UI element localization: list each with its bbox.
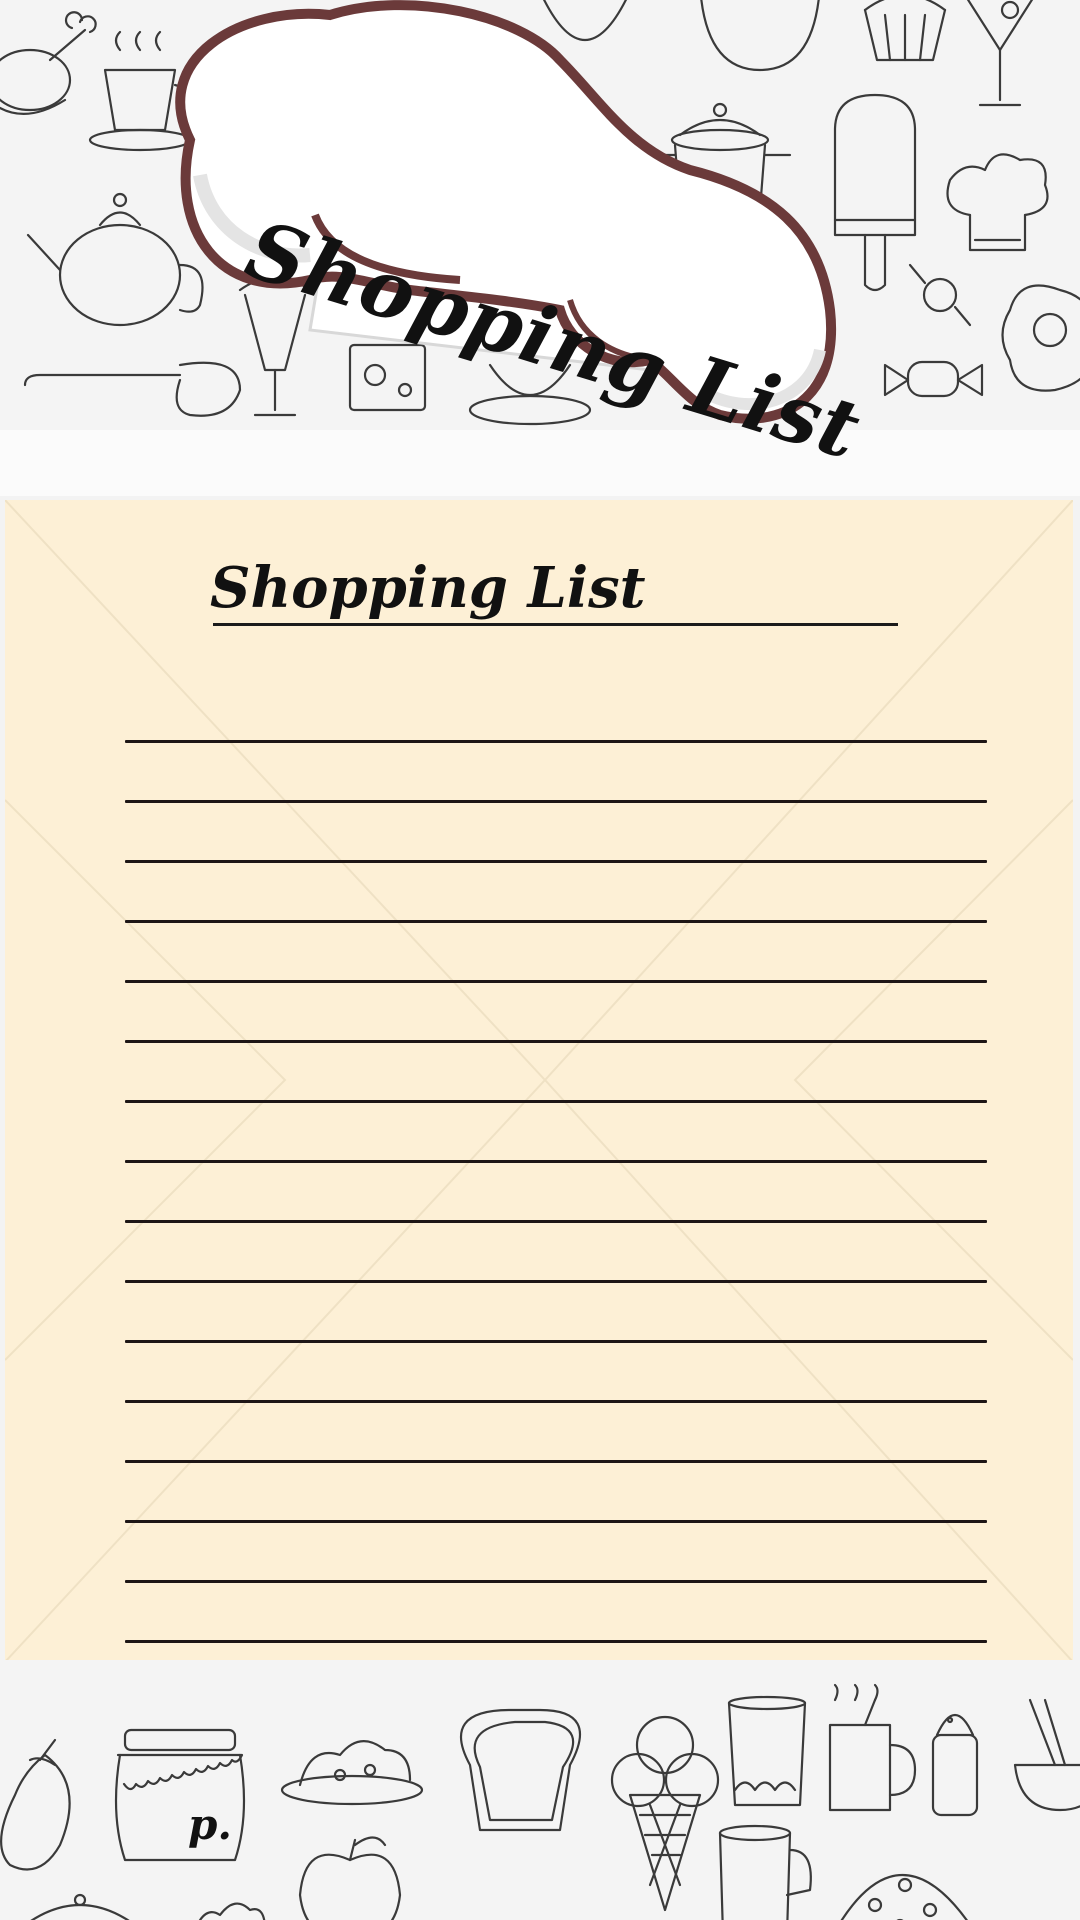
list-line (125, 1280, 987, 1283)
bottom-doodle-band (0, 1660, 1080, 1920)
candy-icon (905, 255, 975, 335)
salt-shaker-icon (925, 1705, 985, 1825)
list-line (125, 1040, 987, 1043)
list-line (125, 1160, 987, 1163)
candy-icon-2 (880, 350, 990, 410)
jar-label: p. (188, 1800, 232, 1849)
ice-cream-cone-icon (610, 1705, 720, 1920)
mug-icon (825, 1683, 920, 1820)
title-underline (213, 623, 898, 626)
chef-hat-icon (940, 145, 1050, 265)
apple-icon (290, 1830, 410, 1920)
list-line (125, 1100, 987, 1103)
shopping-list-paper (5, 500, 1073, 1662)
list-line (125, 1460, 987, 1463)
paper-watermark (5, 500, 1073, 1662)
muffin-icon (190, 1900, 270, 1920)
salad-plate-icon (280, 1730, 430, 1820)
list-line (125, 1220, 987, 1223)
glass-icon (725, 1695, 810, 1815)
coffee-cup-icon (715, 1824, 815, 1920)
pizza-icon (825, 1830, 985, 1920)
list-line (125, 740, 987, 743)
eggplant-icon (0, 1735, 80, 1875)
fried-egg-icon (990, 270, 1080, 400)
noodle-bowl-icon (1010, 1695, 1080, 1815)
list-line (125, 1640, 987, 1643)
list-line (125, 1340, 987, 1343)
pot-lid-icon (20, 1890, 140, 1920)
list-line (125, 800, 987, 803)
list-line (125, 1400, 987, 1403)
paper-title: Shopping List (210, 555, 646, 621)
turkey-leg-icon (0, 10, 100, 130)
list-line (125, 860, 987, 863)
list-line (125, 1580, 987, 1583)
cocktail-glass-icon (960, 0, 1040, 120)
toast-icon (450, 1705, 590, 1845)
list-line (125, 980, 987, 983)
list-line (125, 1520, 987, 1523)
list-line (125, 920, 987, 923)
